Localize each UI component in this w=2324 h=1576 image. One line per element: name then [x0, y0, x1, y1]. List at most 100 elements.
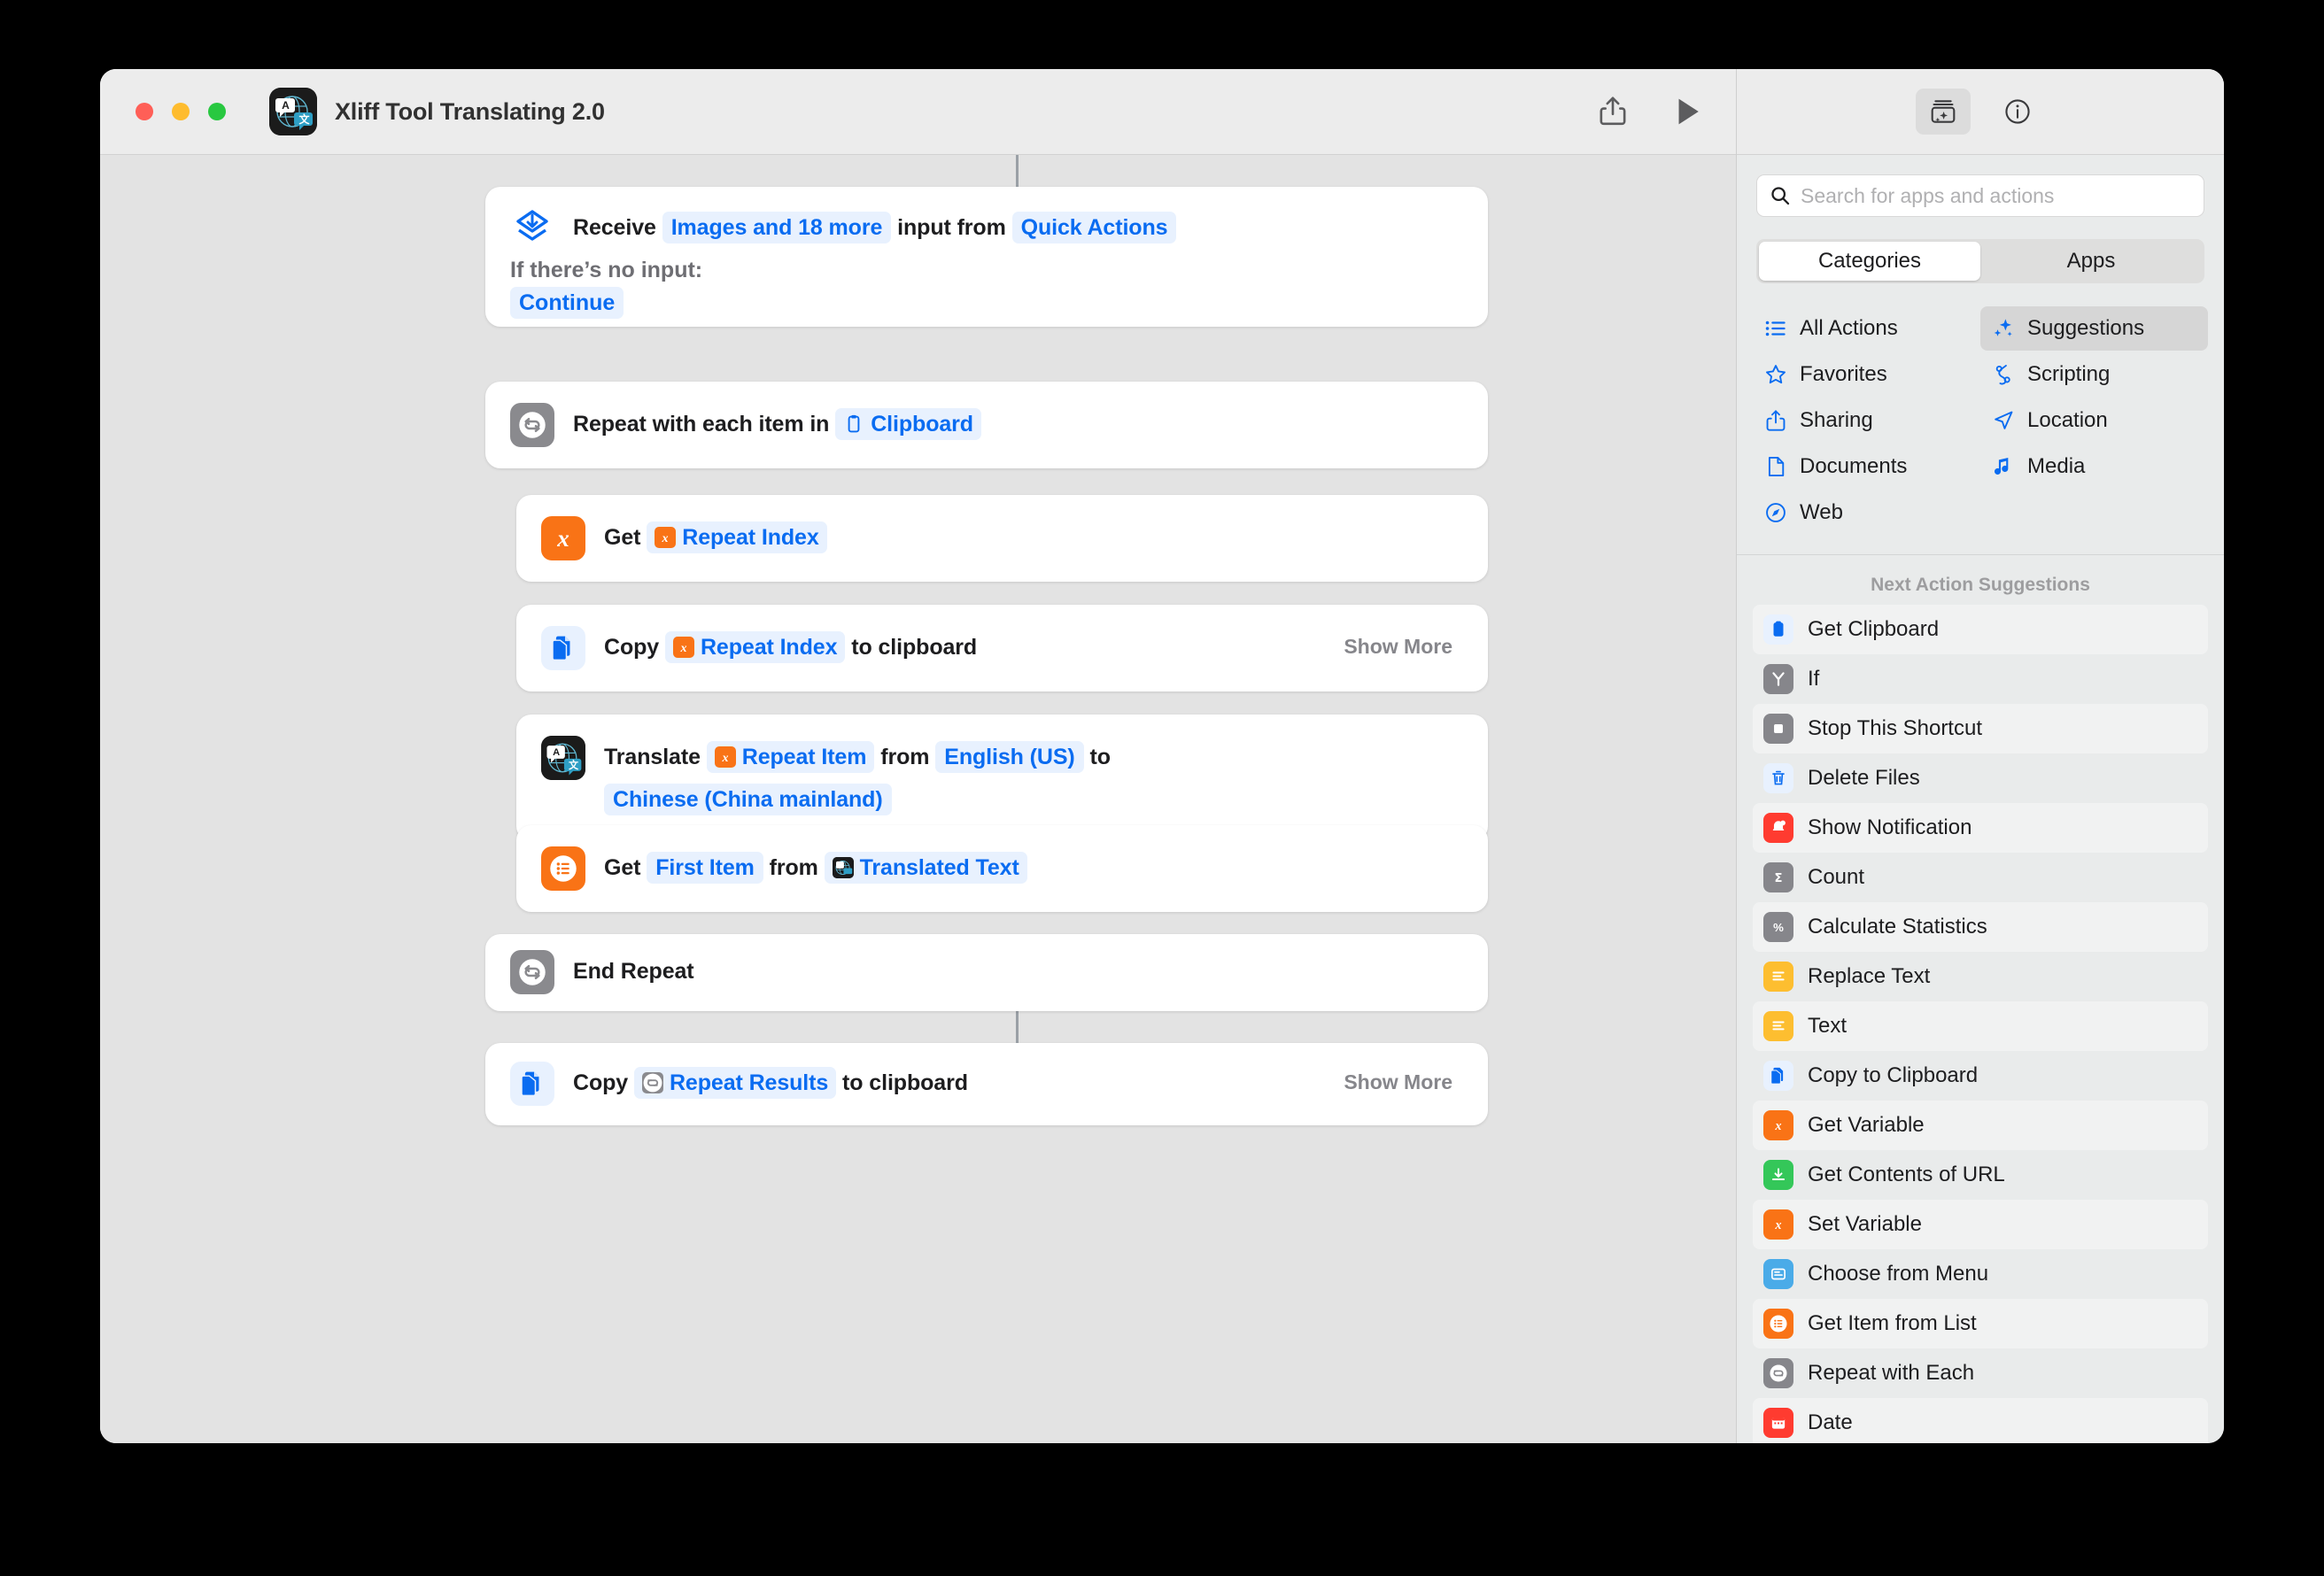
list-item[interactable]: x Set Variable — [1753, 1199, 2208, 1249]
sidebar-item-all-actions[interactable]: All Actions — [1753, 306, 1980, 351]
bell-icon — [1763, 812, 1793, 843]
token-source-language[interactable]: English (US) — [935, 741, 1084, 773]
list-item[interactable]: Get Item from List — [1753, 1298, 2208, 1348]
list-item-label: Repeat with Each — [1808, 1360, 1975, 1385]
tab-apps[interactable]: Apps — [1980, 242, 2202, 281]
list-item-label: Get Item from List — [1808, 1310, 1977, 1335]
token-repeat-item[interactable]: x Repeat Item — [706, 741, 875, 773]
list-item[interactable]: Delete Files — [1753, 753, 2208, 803]
list-item[interactable]: x Get Variable — [1753, 1100, 2208, 1150]
action-receive-input[interactable]: Receive Images and 18 more input from Qu… — [485, 187, 1488, 327]
token-label: Repeat Item — [741, 745, 867, 769]
sidebar-item-sharing[interactable]: Sharing — [1753, 398, 1980, 443]
list-item-label: Set Variable — [1808, 1211, 1922, 1236]
sidebar-item-web[interactable]: Web — [1753, 491, 1980, 535]
list-item[interactable]: If — [1753, 654, 2208, 704]
list-item[interactable]: Show Notification — [1753, 802, 2208, 853]
suggestions-list[interactable]: Get Clipboard If Stop This Shortcut Dele… — [1737, 604, 2224, 1443]
list-item-label: Delete Files — [1808, 765, 1920, 790]
list-item[interactable]: Text — [1753, 1000, 2208, 1051]
variable-icon: x — [1763, 1109, 1793, 1140]
zoom-button[interactable] — [208, 103, 226, 120]
action-copy-index-text: Copy x Repeat Index to clipboard — [604, 626, 977, 668]
token-translated-text[interactable]: Translated Text — [824, 852, 1027, 884]
list-item[interactable]: Choose from Menu — [1753, 1249, 2208, 1299]
repeat-icon — [510, 403, 554, 447]
svg-text:%: % — [1773, 921, 1784, 934]
svg-text:x: x — [556, 525, 569, 552]
token-item-position[interactable]: First Item — [647, 852, 763, 884]
action-library-icon[interactable] — [1916, 89, 1971, 135]
action-get-repeat-index[interactable]: x Get x Repeat Index — [516, 495, 1488, 582]
show-more-button[interactable]: Show More — [1344, 1070, 1452, 1094]
list-item[interactable]: % Calculate Statistics — [1753, 901, 2208, 952]
action-repeat-with-each[interactable]: Repeat with each item in Clipboard — [485, 382, 1488, 468]
sidebar-item-scripting[interactable]: Scripting — [1980, 352, 2208, 397]
list-item[interactable]: Get Contents of URL — [1753, 1150, 2208, 1200]
list-item-label: Stop This Shortcut — [1808, 715, 1982, 740]
sidebar-item-media[interactable]: Media — [1980, 444, 2208, 489]
action-copy-repeat-index[interactable]: Copy x Repeat Index to clipboard Show Mor… — [516, 605, 1488, 691]
search-icon — [1770, 185, 1791, 206]
token-no-input-behavior[interactable]: Continue — [510, 287, 624, 319]
svg-text:文: 文 — [569, 759, 579, 771]
action-get-first-item[interactable]: Get First Item from Translated Text — [516, 825, 1488, 912]
window-titlebar: A 文 Xliff Tool Translating 2.0 — [100, 69, 1736, 155]
action-end-repeat[interactable]: End Repeat — [485, 934, 1488, 1011]
list-item[interactable]: Replace Text — [1753, 952, 2208, 1001]
sidebar-item-label: Favorites — [1800, 361, 1887, 386]
sidebar-item-location[interactable]: Location — [1980, 398, 2208, 443]
percent-icon: % — [1763, 911, 1793, 942]
list-item[interactable]: Stop This Shortcut — [1753, 703, 2208, 753]
tab-categories[interactable]: Categories — [1759, 242, 1980, 281]
scripting-icon — [1991, 362, 2016, 387]
sidebar-item-favorites[interactable]: Favorites — [1753, 352, 1980, 397]
search-input[interactable]: Search for apps and actions — [1756, 174, 2204, 217]
token-repeat-source[interactable]: Clipboard — [835, 408, 981, 440]
share-icon[interactable] — [1595, 94, 1631, 129]
translate-app-icon: A 文 — [269, 88, 317, 135]
list-item[interactable]: Σ Count — [1753, 853, 2208, 902]
info-icon[interactable] — [1990, 89, 2045, 135]
play-icon[interactable] — [1670, 94, 1706, 129]
svg-text:A: A — [282, 99, 290, 112]
sidebar-item-documents[interactable]: Documents — [1753, 444, 1980, 489]
token-label: Repeat Index — [700, 635, 838, 660]
token-target-language[interactable]: Chinese (China mainland) — [604, 784, 892, 815]
action-translate-text[interactable]: A 文 Translate x Repeat Item from English … — [516, 715, 1488, 841]
sidebar-item-label: Scripting — [2027, 361, 2111, 386]
list-item-label: Show Notification — [1808, 815, 1972, 839]
list-item[interactable]: Get Clipboard — [1753, 604, 2208, 654]
token-repeat-index[interactable]: x Repeat Index — [664, 631, 846, 663]
token-repeat-results[interactable]: Repeat Results — [633, 1067, 837, 1099]
svg-text:文: 文 — [298, 112, 310, 126]
traffic-lights[interactable] — [136, 103, 226, 120]
sigma-icon: Σ — [1763, 861, 1793, 892]
action-copy-repeat-results[interactable]: Copy Repeat Results to clipboard Show Mo… — [485, 1043, 1488, 1125]
list-item[interactable]: Copy to Clipboard — [1753, 1051, 2208, 1101]
sidebar-item-suggestions[interactable]: Suggestions — [1980, 305, 2208, 351]
show-more-button[interactable]: Show More — [1344, 635, 1452, 659]
trash-icon — [1763, 762, 1793, 793]
text-lines-icon — [1763, 1010, 1793, 1041]
close-button[interactable] — [136, 103, 153, 120]
minimize-button[interactable] — [172, 103, 190, 120]
token-repeat-index[interactable]: x Repeat Index — [647, 521, 827, 553]
segment-label: from — [769, 855, 818, 880]
compass-icon — [1763, 500, 1788, 525]
workflow-canvas[interactable]: Receive Images and 18 more input from Qu… — [100, 155, 1736, 1443]
token-label: Translated Text — [859, 855, 1019, 880]
list-item[interactable]: Repeat with Each — [1753, 1348, 2208, 1398]
action-end-repeat-text: End Repeat — [573, 950, 694, 993]
list-item[interactable]: Date — [1753, 1397, 2208, 1443]
search-placeholder: Search for apps and actions — [1801, 183, 2055, 207]
token-input-source[interactable]: Quick Actions — [1011, 212, 1177, 243]
location-arrow-icon — [1991, 408, 2016, 433]
clipboard-icon — [1763, 614, 1793, 645]
library-mode-segmented-control[interactable]: Categories Apps — [1756, 239, 2204, 283]
token-input-types[interactable]: Images and 18 more — [662, 212, 892, 243]
segment-label: to clipboard — [851, 635, 978, 660]
copy-clipboard-icon — [510, 1062, 554, 1106]
token-label: Clipboard — [871, 412, 973, 436]
list-item-label: Choose from Menu — [1808, 1261, 1989, 1286]
